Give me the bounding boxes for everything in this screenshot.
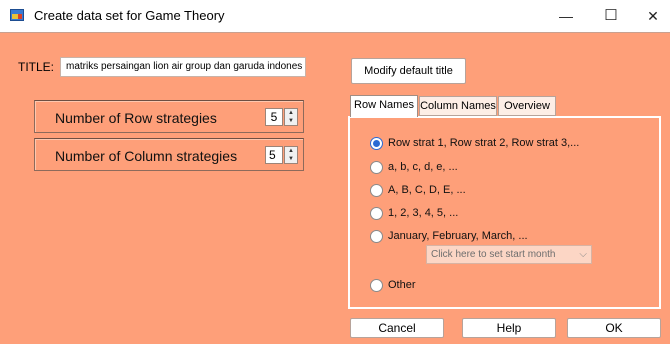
title-bar: Create data set for Game Theory — ☐ ✕ [0, 0, 670, 32]
row-strategies-input[interactable]: 5 [265, 108, 283, 126]
spin-up-icon[interactable]: ▲ [285, 147, 297, 155]
close-button[interactable]: ✕ [643, 6, 663, 26]
spin-down-icon[interactable]: ▼ [285, 117, 297, 125]
radio-other[interactable] [370, 279, 383, 292]
cancel-button[interactable]: Cancel [350, 318, 444, 338]
radio-label: Other [388, 279, 416, 291]
start-month-select-label: Click here to set start month [431, 249, 556, 260]
dialog-window: Create data set for Game Theory — ☐ ✕ TI… [0, 0, 670, 344]
spin-down-icon[interactable]: ▼ [285, 155, 297, 163]
radio-numbers[interactable] [370, 207, 383, 220]
radio-label: Row strat 1, Row strat 2, Row strat 3,..… [388, 137, 580, 149]
radio-uppercase-letters[interactable] [370, 184, 383, 197]
column-strategies-group: Number of Column strategies 5 ▲ ▼ [34, 138, 304, 171]
radio-label: A, B, C, D, E, ... [388, 184, 466, 196]
column-strategies-input[interactable]: 5 [265, 146, 283, 164]
tab-row-names[interactable]: Row Names [350, 95, 418, 117]
radio-label: 1, 2, 3, 4, 5, ... [388, 207, 459, 219]
column-strategies-label: Number of Column strategies [55, 148, 238, 164]
radio-lowercase-letters[interactable] [370, 161, 383, 174]
radio-label: January, February, March, ... [388, 230, 528, 242]
radio-row-strat[interactable] [370, 137, 383, 150]
tab-overview[interactable]: Overview [498, 96, 556, 116]
spin-up-icon[interactable]: ▲ [285, 109, 297, 117]
window-title: Create data set for Game Theory [34, 8, 225, 23]
title-input[interactable]: matriks persaingan lion air group dan ga… [60, 57, 306, 77]
row-strategies-spinner[interactable]: ▲ ▼ [284, 108, 298, 126]
radio-label: a, b, c, d, e, ... [388, 161, 458, 173]
title-label: TITLE: [18, 60, 55, 74]
minimize-button[interactable]: — [556, 6, 576, 26]
tab-column-names[interactable]: Column Names [419, 96, 497, 116]
maximize-button[interactable]: ☐ [601, 6, 621, 26]
start-month-select[interactable]: Click here to set start month ⌵ [426, 245, 592, 264]
column-strategies-spinner[interactable]: ▲ ▼ [284, 146, 298, 164]
radio-months[interactable] [370, 230, 383, 243]
help-button[interactable]: Help [462, 318, 556, 338]
row-strategies-label: Number of Row strategies [55, 110, 217, 126]
row-strategies-group: Number of Row strategies 5 ▲ ▼ [34, 100, 304, 133]
modify-default-title-button[interactable]: Modify default title [351, 58, 466, 84]
app-icon [10, 9, 24, 21]
ok-button[interactable]: OK [567, 318, 661, 338]
title-bar-divider [0, 32, 670, 33]
chevron-down-icon: ⌵ [579, 249, 587, 260]
